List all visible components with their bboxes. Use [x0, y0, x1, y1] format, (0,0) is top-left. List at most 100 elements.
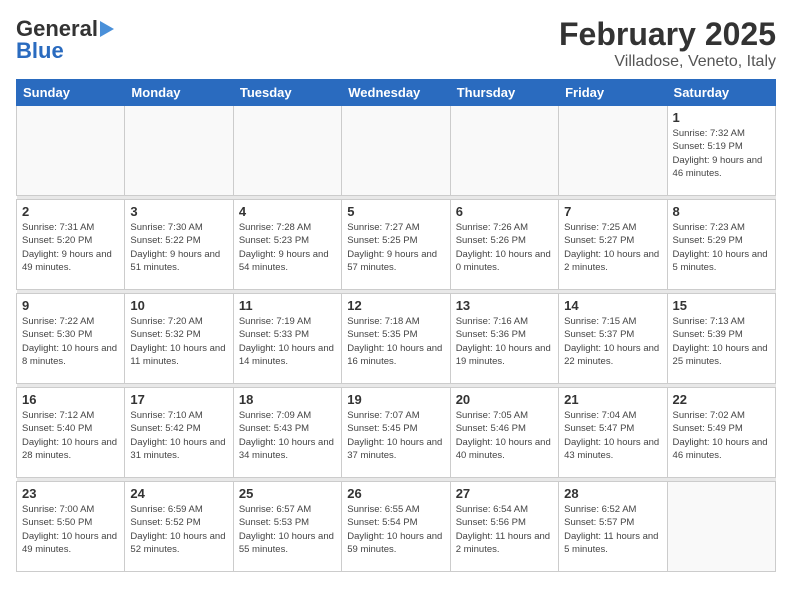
calendar-cell [233, 106, 341, 196]
day-number: 26 [347, 486, 444, 501]
day-info: Sunrise: 7:09 AM Sunset: 5:43 PM Dayligh… [239, 409, 336, 462]
day-number: 24 [130, 486, 227, 501]
header-friday: Friday [559, 80, 667, 106]
calendar-cell: 14 Sunrise: 7:15 AM Sunset: 5:37 PM Dayli… [559, 294, 667, 384]
week-row-5: 23Sunrise: 7:00 AM Sunset: 5:50 PM Dayli… [17, 482, 776, 572]
calendar-cell: 5 Sunrise: 7:27 AM Sunset: 5:25 PM Daylig… [342, 200, 450, 290]
calendar-cell: 23Sunrise: 7:00 AM Sunset: 5:50 PM Dayli… [17, 482, 125, 572]
day-number: 20 [456, 392, 553, 407]
day-info: Sunrise: 7:32 AM Sunset: 5:19 PM Dayligh… [673, 127, 770, 180]
day-info: Sunrise: 7:15 AM Sunset: 5:37 PM Dayligh… [564, 315, 661, 368]
day-number: 3 [130, 204, 227, 219]
header-tuesday: Tuesday [233, 80, 341, 106]
day-info: Sunrise: 7:30 AM Sunset: 5:22 PM Dayligh… [130, 221, 227, 274]
calendar-cell: 19Sunrise: 7:07 AM Sunset: 5:45 PM Dayli… [342, 388, 450, 478]
day-info: Sunrise: 7:04 AM Sunset: 5:47 PM Dayligh… [564, 409, 661, 462]
day-info: Sunrise: 6:52 AM Sunset: 5:57 PM Dayligh… [564, 503, 661, 556]
day-number: 1 [673, 110, 770, 125]
day-number: 5 [347, 204, 444, 219]
day-number: 16 [22, 392, 119, 407]
day-info: Sunrise: 7:12 AM Sunset: 5:40 PM Dayligh… [22, 409, 119, 462]
day-info: Sunrise: 6:55 AM Sunset: 5:54 PM Dayligh… [347, 503, 444, 556]
calendar-cell: 27 Sunrise: 6:54 AM Sunset: 5:56 PM Dayli… [450, 482, 558, 572]
header-monday: Monday [125, 80, 233, 106]
page-header: General Blue February 2025 Villadose, Ve… [16, 16, 776, 71]
header-saturday: Saturday [667, 80, 775, 106]
calendar-cell: 18 Sunrise: 7:09 AM Sunset: 5:43 PM Dayli… [233, 388, 341, 478]
day-info: Sunrise: 7:05 AM Sunset: 5:46 PM Dayligh… [456, 409, 553, 462]
day-number: 27 [456, 486, 553, 501]
calendar-cell: 8 Sunrise: 7:23 AM Sunset: 5:29 PM Daylig… [667, 200, 775, 290]
day-info: Sunrise: 7:18 AM Sunset: 5:35 PM Dayligh… [347, 315, 444, 368]
day-info: Sunrise: 7:16 AM Sunset: 5:36 PM Dayligh… [456, 315, 553, 368]
calendar-cell: 16 Sunrise: 7:12 AM Sunset: 5:40 PM Dayli… [17, 388, 125, 478]
header-wednesday: Wednesday [342, 80, 450, 106]
day-number: 4 [239, 204, 336, 219]
calendar-cell: 9 Sunrise: 7:22 AM Sunset: 5:30 PM Daylig… [17, 294, 125, 384]
day-number: 18 [239, 392, 336, 407]
calendar-table: SundayMondayTuesdayWednesdayThursdayFrid… [16, 79, 776, 572]
day-info: Sunrise: 7:20 AM Sunset: 5:32 PM Dayligh… [130, 315, 227, 368]
week-row-3: 9 Sunrise: 7:22 AM Sunset: 5:30 PM Daylig… [17, 294, 776, 384]
calendar-cell: 24 Sunrise: 6:59 AM Sunset: 5:52 PM Dayli… [125, 482, 233, 572]
day-number: 11 [239, 298, 336, 313]
day-info: Sunrise: 6:54 AM Sunset: 5:56 PM Dayligh… [456, 503, 553, 556]
day-number: 8 [673, 204, 770, 219]
day-number: 23 [22, 486, 119, 501]
calendar-cell: 10 Sunrise: 7:20 AM Sunset: 5:32 PM Dayli… [125, 294, 233, 384]
day-info: Sunrise: 7:25 AM Sunset: 5:27 PM Dayligh… [564, 221, 661, 274]
day-number: 25 [239, 486, 336, 501]
calendar-cell: 6 Sunrise: 7:26 AM Sunset: 5:26 PM Daylig… [450, 200, 558, 290]
calendar-header-row: SundayMondayTuesdayWednesdayThursdayFrid… [17, 80, 776, 106]
calendar-cell [667, 482, 775, 572]
calendar-cell [17, 106, 125, 196]
week-row-1: 1 Sunrise: 7:32 AM Sunset: 5:19 PM Daylig… [17, 106, 776, 196]
calendar-cell: 13 Sunrise: 7:16 AM Sunset: 5:36 PM Dayli… [450, 294, 558, 384]
calendar-cell: 20 Sunrise: 7:05 AM Sunset: 5:46 PM Dayli… [450, 388, 558, 478]
day-info: Sunrise: 7:22 AM Sunset: 5:30 PM Dayligh… [22, 315, 119, 368]
calendar-title: February 2025 [559, 16, 776, 53]
calendar-cell: 25Sunrise: 6:57 AM Sunset: 5:53 PM Dayli… [233, 482, 341, 572]
day-info: Sunrise: 7:23 AM Sunset: 5:29 PM Dayligh… [673, 221, 770, 274]
calendar-cell: 3 Sunrise: 7:30 AM Sunset: 5:22 PM Daylig… [125, 200, 233, 290]
calendar-cell: 15 Sunrise: 7:13 AM Sunset: 5:39 PM Dayli… [667, 294, 775, 384]
calendar-cell: 12Sunrise: 7:18 AM Sunset: 5:35 PM Dayli… [342, 294, 450, 384]
day-number: 10 [130, 298, 227, 313]
day-info: Sunrise: 7:10 AM Sunset: 5:42 PM Dayligh… [130, 409, 227, 462]
calendar-cell: 11 Sunrise: 7:19 AM Sunset: 5:33 PM Dayli… [233, 294, 341, 384]
calendar-cell: 22Sunrise: 7:02 AM Sunset: 5:49 PM Dayli… [667, 388, 775, 478]
day-info: Sunrise: 7:19 AM Sunset: 5:33 PM Dayligh… [239, 315, 336, 368]
day-info: Sunrise: 7:26 AM Sunset: 5:26 PM Dayligh… [456, 221, 553, 274]
calendar-cell [559, 106, 667, 196]
day-number: 14 [564, 298, 661, 313]
day-number: 7 [564, 204, 661, 219]
day-number: 13 [456, 298, 553, 313]
calendar-cell [450, 106, 558, 196]
calendar-cell: 28 Sunrise: 6:52 AM Sunset: 5:57 PM Dayli… [559, 482, 667, 572]
calendar-cell: 21 Sunrise: 7:04 AM Sunset: 5:47 PM Dayli… [559, 388, 667, 478]
logo: General Blue [16, 16, 114, 64]
day-number: 9 [22, 298, 119, 313]
day-number: 2 [22, 204, 119, 219]
day-number: 19 [347, 392, 444, 407]
day-info: Sunrise: 7:28 AM Sunset: 5:23 PM Dayligh… [239, 221, 336, 274]
day-info: Sunrise: 7:13 AM Sunset: 5:39 PM Dayligh… [673, 315, 770, 368]
week-row-2: 2 Sunrise: 7:31 AM Sunset: 5:20 PM Daylig… [17, 200, 776, 290]
calendar-cell [342, 106, 450, 196]
day-number: 15 [673, 298, 770, 313]
day-number: 22 [673, 392, 770, 407]
day-number: 6 [456, 204, 553, 219]
calendar-cell [125, 106, 233, 196]
day-number: 17 [130, 392, 227, 407]
day-info: Sunrise: 7:27 AM Sunset: 5:25 PM Dayligh… [347, 221, 444, 274]
calendar-cell: 7 Sunrise: 7:25 AM Sunset: 5:27 PM Daylig… [559, 200, 667, 290]
day-info: Sunrise: 6:59 AM Sunset: 5:52 PM Dayligh… [130, 503, 227, 556]
logo-blue: Blue [16, 38, 64, 64]
calendar-cell: 17 Sunrise: 7:10 AM Sunset: 5:42 PM Dayli… [125, 388, 233, 478]
header-sunday: Sunday [17, 80, 125, 106]
week-row-4: 16 Sunrise: 7:12 AM Sunset: 5:40 PM Dayli… [17, 388, 776, 478]
day-number: 28 [564, 486, 661, 501]
day-number: 21 [564, 392, 661, 407]
day-info: Sunrise: 7:31 AM Sunset: 5:20 PM Dayligh… [22, 221, 119, 274]
title-block: February 2025 Villadose, Veneto, Italy [559, 16, 776, 71]
